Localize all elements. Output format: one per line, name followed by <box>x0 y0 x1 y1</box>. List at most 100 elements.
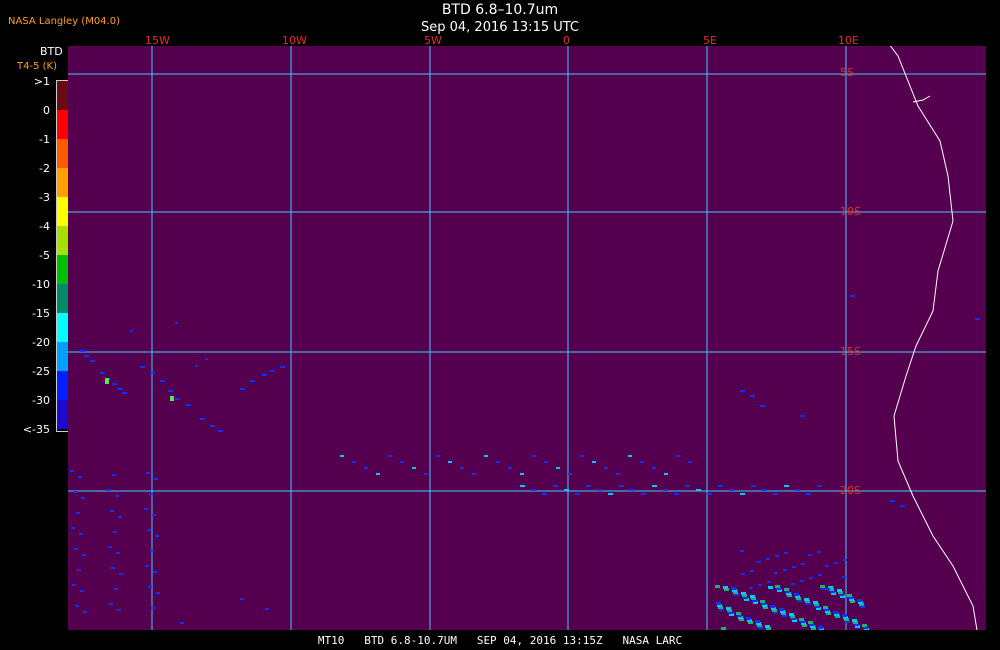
cloud-pixel <box>628 455 632 457</box>
cloud-pixel <box>152 514 156 516</box>
cloud-pixel <box>716 602 721 605</box>
coastline <box>837 0 979 637</box>
cloud-pixel <box>542 493 547 495</box>
cloud-pixel <box>144 508 148 510</box>
cloud-pixel <box>762 489 767 491</box>
cloud-pixel <box>564 489 569 491</box>
cloud-pixel <box>531 489 536 491</box>
cloud-pixel <box>775 585 780 588</box>
cloud-pixel <box>484 455 488 457</box>
cloud-pixel <box>664 473 668 475</box>
cloud-pixel <box>818 626 823 629</box>
cloud-pixel <box>186 404 191 406</box>
cloud-pixel <box>857 599 862 602</box>
cloud-pixel <box>147 529 151 531</box>
cloud-pixel <box>751 485 756 487</box>
cloud-pixel <box>117 609 121 611</box>
cloud-pixel <box>773 493 778 495</box>
cloud-pixel <box>676 455 680 457</box>
cloud-pixel <box>826 588 830 590</box>
cloud-pixel <box>842 614 847 617</box>
latitude-label: 5S <box>840 66 854 79</box>
cloud-pixel <box>608 493 613 495</box>
cloud-pixel <box>71 527 75 529</box>
cloud-pixel <box>140 366 145 368</box>
cloud-pixel <box>109 603 113 605</box>
cloud-pixel <box>750 595 755 598</box>
cloud-pixel <box>496 461 500 463</box>
cloud-pixel <box>784 552 788 554</box>
longitude-label: 5E <box>703 34 717 47</box>
cloud-pixel <box>80 350 85 352</box>
cloud-pixel <box>809 577 813 579</box>
cloud-pixel <box>616 473 620 475</box>
image-footer: MT10 BTD 6.8-10.7UM SEP 04, 2016 13:15Z … <box>317 634 683 647</box>
cloud-pixel <box>364 467 368 469</box>
cloud-pixel <box>663 489 668 491</box>
cloud-pixel <box>146 472 150 474</box>
legend-label: -10 <box>32 278 50 291</box>
cloud-pixel <box>553 485 558 487</box>
cloud-pixel <box>151 607 155 609</box>
cloud-pixel <box>175 398 180 400</box>
cloud-pixel <box>685 485 690 487</box>
cloud-pixel <box>833 611 838 614</box>
cloud-pixel <box>90 360 95 362</box>
cloud-pixel <box>975 318 980 320</box>
cloud-pixel <box>149 493 153 495</box>
cloud-pixel <box>767 581 771 583</box>
cloud-pixel <box>520 473 524 475</box>
legend-label: -15 <box>32 307 50 320</box>
cloud-pixel <box>847 594 852 597</box>
image-datetime: Sep 04, 2016 13:15 UTC <box>420 20 580 35</box>
map-panel <box>68 0 986 637</box>
legend-label: 0 <box>43 104 50 117</box>
legend-label: -3 <box>39 191 50 204</box>
cloud-pixel <box>850 295 855 297</box>
cloud-pixel <box>758 584 762 586</box>
cloud-pixel <box>791 583 795 585</box>
cloud-pixel <box>116 552 120 554</box>
cloud-pixel <box>160 380 165 382</box>
cloud-pixel <box>721 627 726 630</box>
cloud-pixel <box>70 470 74 472</box>
cloud-pixel <box>755 620 760 623</box>
cloud-pixel <box>155 535 159 537</box>
cloud-pixel <box>180 622 184 624</box>
cloud-pixel <box>592 461 596 463</box>
cloud-pixel <box>604 467 608 469</box>
cloud-pixel <box>75 605 79 607</box>
cloud-pixel <box>808 621 813 624</box>
cloud-pixel <box>837 589 842 592</box>
cloud-pixel <box>544 461 548 463</box>
cloud-pixel <box>741 592 746 595</box>
cloud-pixel <box>799 618 804 621</box>
cloud-pixel <box>112 383 117 385</box>
cloud-pixel <box>76 512 80 514</box>
longitude-label: 5W <box>424 34 442 47</box>
legend-label: -2 <box>39 162 50 175</box>
image-title: BTD 6.8–10.7um <box>441 2 559 18</box>
cloud-pixel <box>834 562 838 564</box>
cloud-pixel <box>78 476 82 478</box>
cloud-pixel <box>448 461 452 463</box>
cloud-pixel <box>688 461 692 463</box>
cloud-pixel <box>760 405 765 407</box>
cloud-pixel <box>715 585 720 588</box>
cloud-pixel <box>630 489 635 491</box>
cloud-pixel <box>77 569 81 571</box>
legend-label: <-35 <box>22 423 50 436</box>
cloud-pixel <box>145 565 149 567</box>
cloud-pixel <box>262 374 267 376</box>
legend-label: -25 <box>32 365 50 378</box>
satellite-image-viewer: BTD 6.8–10.7um Sep 04, 2016 13:15 UTC NA… <box>0 0 1000 650</box>
cloud-pixel <box>100 372 105 374</box>
cloud-pixel <box>768 586 773 589</box>
cloud-pixel <box>862 624 867 627</box>
cloud-pixel <box>472 473 476 475</box>
longitude-label: 10E <box>838 34 859 47</box>
cloud-pixel <box>218 430 223 432</box>
cloud-pixel <box>400 461 404 463</box>
cloud-pixel <box>72 584 76 586</box>
cloud-pixel <box>508 467 512 469</box>
